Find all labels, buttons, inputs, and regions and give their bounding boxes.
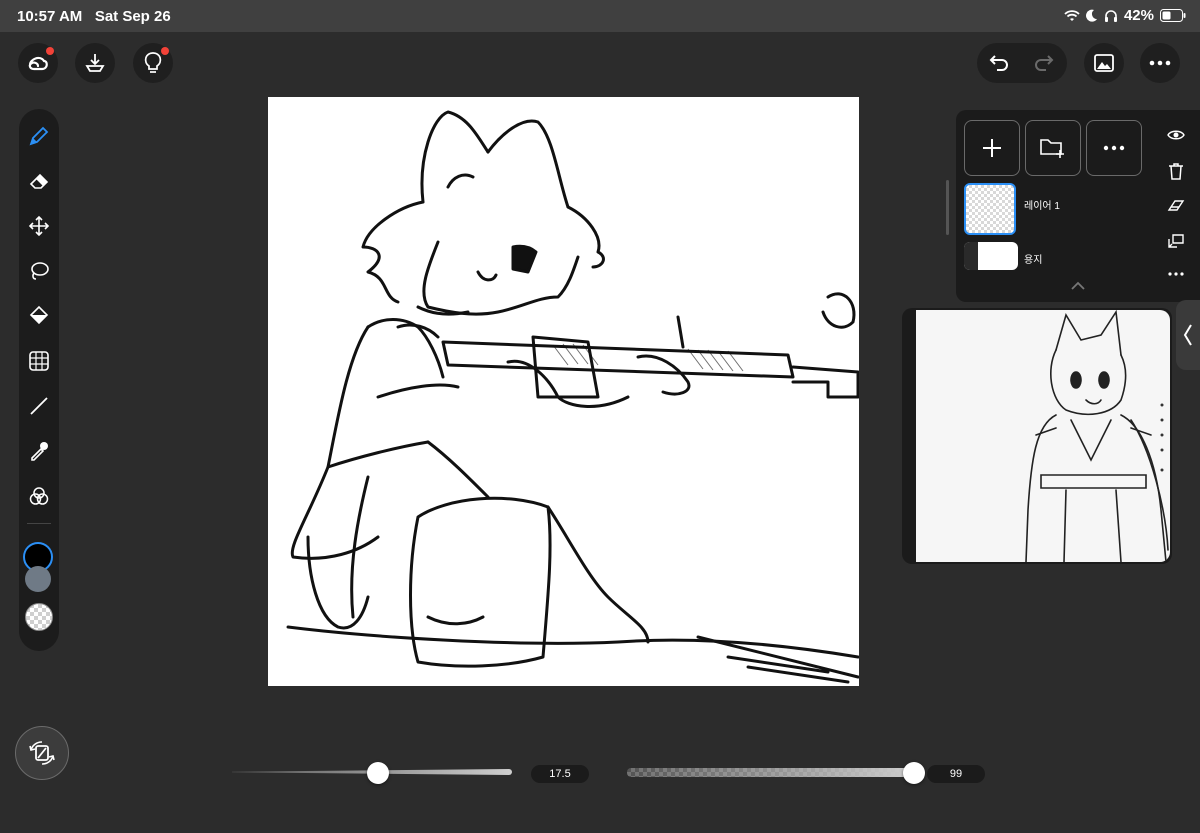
pixel-brush-icon [29,126,49,146]
wifi-icon [1064,10,1080,21]
more-layer-actions-button[interactable] [1165,268,1187,280]
add-layer-button[interactable] [964,120,1020,176]
layer-item[interactable]: 레이어 1 [964,183,1144,235]
collapse-layers-button[interactable] [1070,278,1086,296]
quick-swap-button[interactable] [15,726,69,780]
layer-item[interactable]: 용지 [964,242,1144,278]
move-tool[interactable] [27,214,51,238]
more-icon [1149,60,1171,66]
swap-brush-icon [29,741,55,765]
eraser-tool[interactable] [27,169,51,193]
more-icon [1168,272,1184,276]
grid-icon [29,351,49,371]
folder-add-icon [1040,139,1064,158]
toolbar-divider [27,523,51,524]
size-value: 17.5 [531,765,589,783]
opacity-slider[interactable] [627,768,917,777]
creative-cloud-button[interactable] [18,43,58,83]
reference-image [916,310,1170,562]
notification-badge [46,47,54,55]
layer-name: 레이어 1 [1024,201,1060,212]
undo-icon [989,55,1008,71]
clear-layer-button[interactable] [1165,195,1187,217]
color-wheel-tool[interactable] [27,484,51,508]
add-group-button[interactable] [1025,120,1081,176]
chevron-up-icon [1071,281,1085,290]
paper-layer-marker [964,242,978,270]
status-indicators: 42% [1064,7,1186,24]
status-time: 10:57 AM Sat Sep 26 [17,8,171,25]
layer-options-button[interactable] [1086,120,1142,176]
plus-icon [983,139,1001,157]
opacity-slider-thumb[interactable] [903,762,926,784]
eye-icon [1167,130,1185,140]
visibility-button[interactable] [1165,124,1187,146]
eraser-icon [1167,200,1185,211]
trash-icon [1169,163,1183,180]
redo-icon [1035,55,1054,71]
merge-layer-button[interactable] [1165,230,1187,252]
battery-icon [1160,9,1186,22]
moon-icon [1085,9,1097,22]
move-icon [28,215,50,237]
line-icon [30,397,48,415]
lasso-tool[interactable] [27,259,51,283]
fill-icon [29,305,49,325]
chevron-left-icon [1183,324,1192,346]
battery-percent: 42% [1123,7,1154,24]
reference-collapse-tab[interactable] [1176,300,1200,370]
more-icon [1103,145,1125,151]
eyedropper-tool[interactable] [27,439,51,463]
secondary-color-swatch[interactable] [25,566,51,592]
sketch-artwork [286,110,859,684]
notification-badge [161,47,169,55]
lasso-icon [31,262,49,280]
eraser-icon [29,173,49,189]
redo-button[interactable] [1032,52,1054,79]
delete-layer-button[interactable] [1165,160,1187,182]
drawing-canvas[interactable] [268,97,859,686]
more-button[interactable] [1140,43,1180,83]
status-bar: 10:57 AM Sat Sep 26 42% [0,0,1200,32]
gallery-button[interactable] [1084,43,1124,83]
gallery-icon [1094,54,1114,72]
layer-name: 용지 [1024,255,1043,266]
import-icon [85,54,105,72]
creative-cloud-icon [28,56,48,71]
import-button[interactable] [75,43,115,83]
pixel-brush-tool[interactable] [27,124,51,148]
color-wheel-icon [29,487,49,505]
size-slider-thumb[interactable] [366,762,389,784]
reference-sketch [1025,310,1169,562]
lightbulb-icon [144,52,162,73]
layer-thumbnail [964,183,1016,235]
undo-button[interactable] [989,52,1011,79]
headphones-icon [1104,10,1117,22]
learn-button[interactable] [133,43,173,83]
tool-bar [19,109,59,651]
layers-panel: 레이어 1 용지 [956,110,1200,302]
grid-tool[interactable] [27,349,51,373]
eyedropper-icon [31,442,48,461]
undo-redo-group [977,43,1067,83]
layer-thumbnail [964,242,1018,270]
background-color-swatch[interactable] [25,603,53,631]
opacity-value: 99 [927,765,985,783]
layers-scrollbar[interactable] [946,180,949,235]
reference-panel[interactable] [902,308,1172,564]
merge-down-icon [1168,234,1184,248]
fill-tool[interactable] [27,304,51,328]
line-tool[interactable] [27,394,51,418]
